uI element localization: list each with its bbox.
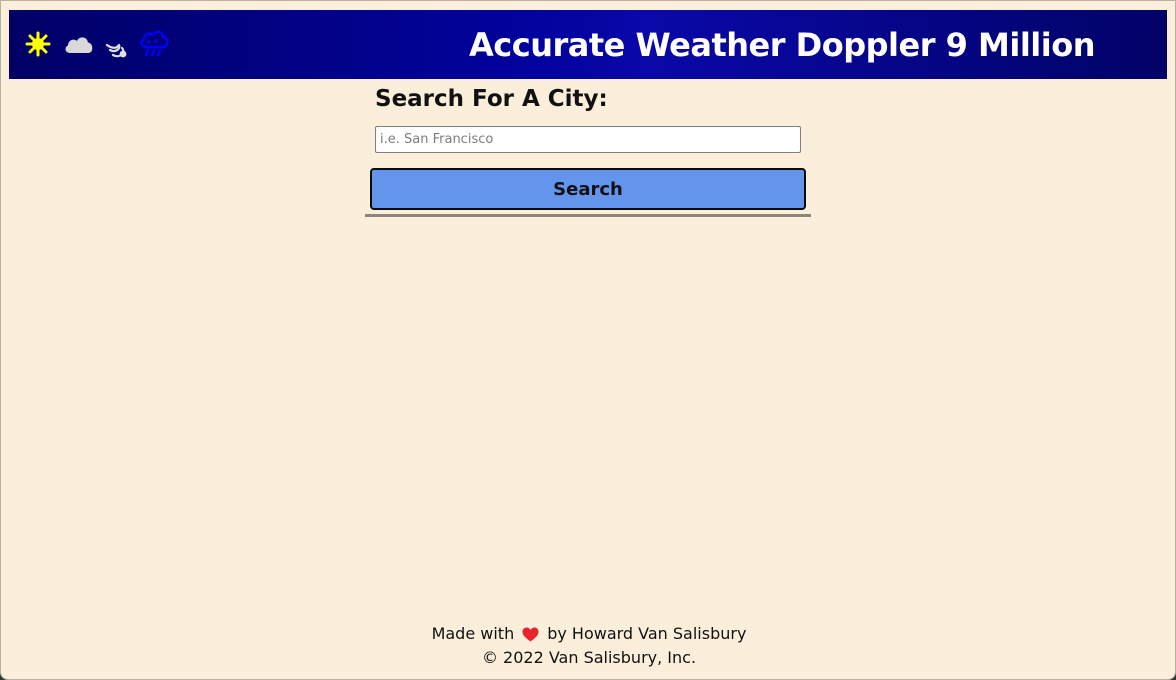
footer: Made with by Howard Van Salisbury © 2022… — [1, 622, 1175, 670]
rain-cloud-icon — [139, 30, 169, 58]
cloud-icon — [63, 34, 95, 54]
copyright-text: © 2022 Van Salisbury, Inc. — [481, 648, 697, 667]
credit-line: Made with by Howard Van Salisbury — [1, 622, 1175, 646]
weather-icons — [25, 28, 169, 60]
search-heading: Search For A City: — [375, 86, 608, 112]
app-title: Accurate Weather Doppler 9 Million — [469, 26, 1096, 64]
copyright-line: © 2022 Van Salisbury, Inc. — [1, 646, 1175, 670]
heart-icon — [522, 627, 539, 642]
divider — [365, 214, 811, 217]
page: Accurate Weather Doppler 9 Million Searc… — [0, 0, 1176, 680]
header-banner: Accurate Weather Doppler 9 Million — [9, 10, 1167, 79]
search-button[interactable]: Search — [370, 168, 806, 210]
made-with-text: Made with — [431, 624, 515, 643]
city-search-input[interactable] — [375, 126, 801, 153]
author-text: by Howard Van Salisbury — [547, 624, 747, 643]
wind-icon — [104, 36, 128, 60]
sun-icon — [25, 31, 51, 57]
